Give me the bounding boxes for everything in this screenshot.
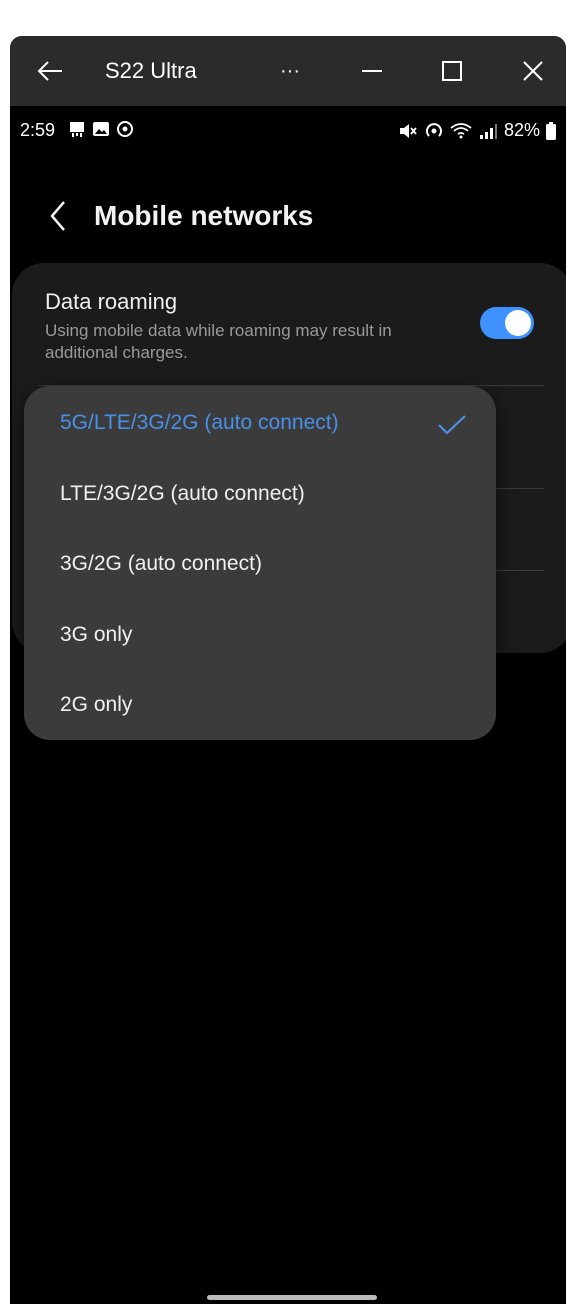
more-options-button[interactable]: ··· <box>272 53 308 89</box>
hotspot-icon <box>426 122 442 137</box>
window-title: S22 Ultra <box>105 58 197 83</box>
data-roaming-subtitle: Using mobile data while roaming may resu… <box>45 321 392 362</box>
checkmark-icon <box>438 415 466 435</box>
phone-mirror-window: S22 Ultra ··· 2:59 82% Mobile networks D… <box>10 36 566 1304</box>
minimize-icon <box>362 70 382 72</box>
network-mode-menu: 5G/LTE/3G/2G (auto connect) LTE/3G/2G (a… <box>24 386 496 740</box>
signal-icon <box>479 123 497 139</box>
data-roaming-toggle[interactable] <box>480 307 534 339</box>
window-titlebar: S22 Ultra ··· <box>10 36 566 106</box>
home-indicator[interactable] <box>207 1295 377 1300</box>
chevron-left-icon <box>50 201 65 231</box>
network-mode-option[interactable]: 3G/2G (auto connect) <box>60 552 262 576</box>
more-icon: ··· <box>280 59 300 82</box>
toggle-knob <box>505 310 531 336</box>
status-bar: 2:59 82% <box>10 106 566 156</box>
battery-percent: 82% <box>503 120 540 140</box>
status-time: 2:59 <box>20 120 56 140</box>
page-header: Mobile networks <box>10 186 566 250</box>
page-title: Mobile networks <box>94 200 314 231</box>
back-arrow-icon[interactable] <box>32 53 68 89</box>
network-mode-option[interactable]: 2G only <box>60 693 132 717</box>
battery-icon <box>546 121 556 140</box>
network-mode-option[interactable]: LTE/3G/2G (auto connect) <box>60 482 305 506</box>
network-mode-option[interactable]: 5G/LTE/3G/2G (auto connect) <box>60 411 339 435</box>
gallery-icon <box>93 122 109 136</box>
maximize-icon <box>442 61 462 81</box>
network-mode-option[interactable]: 3G only <box>60 623 132 647</box>
data-roaming-title[interactable]: Data roaming <box>45 289 177 315</box>
maximize-button[interactable] <box>434 53 470 89</box>
close-icon <box>523 61 543 81</box>
sync-icon <box>117 121 133 137</box>
mute-icon <box>399 123 417 138</box>
wifi-6e-icon <box>450 122 472 138</box>
cast-icon <box>70 122 84 137</box>
minimize-button[interactable] <box>354 53 390 89</box>
close-button[interactable] <box>515 53 551 89</box>
back-button[interactable] <box>40 196 76 236</box>
